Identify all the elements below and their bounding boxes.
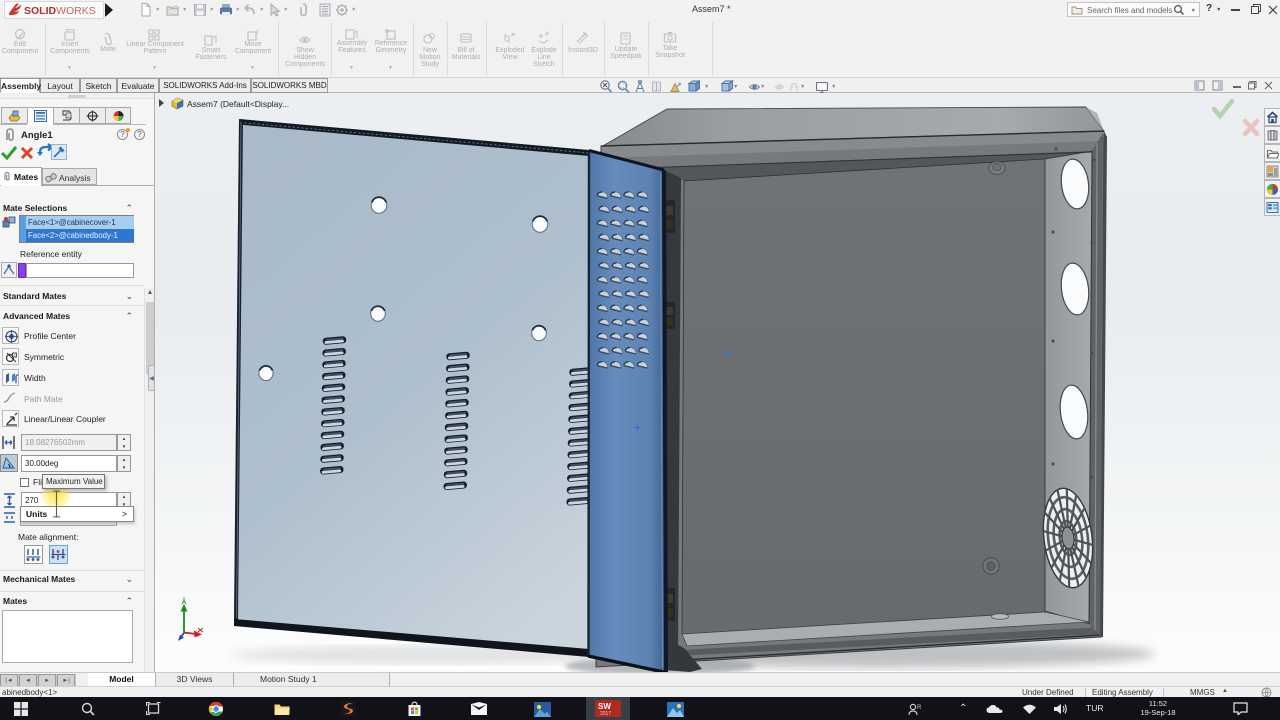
- svg-text:SW: SW: [598, 702, 611, 711]
- svg-text:R: R: [917, 705, 922, 711]
- svg-text:Assem7 (Default<Display...: Assem7 (Default<Display...: [187, 99, 289, 109]
- svg-text:2017: 2017: [600, 711, 611, 717]
- svg-text:SOLIDWORKS: SOLIDWORKS: [24, 5, 96, 17]
